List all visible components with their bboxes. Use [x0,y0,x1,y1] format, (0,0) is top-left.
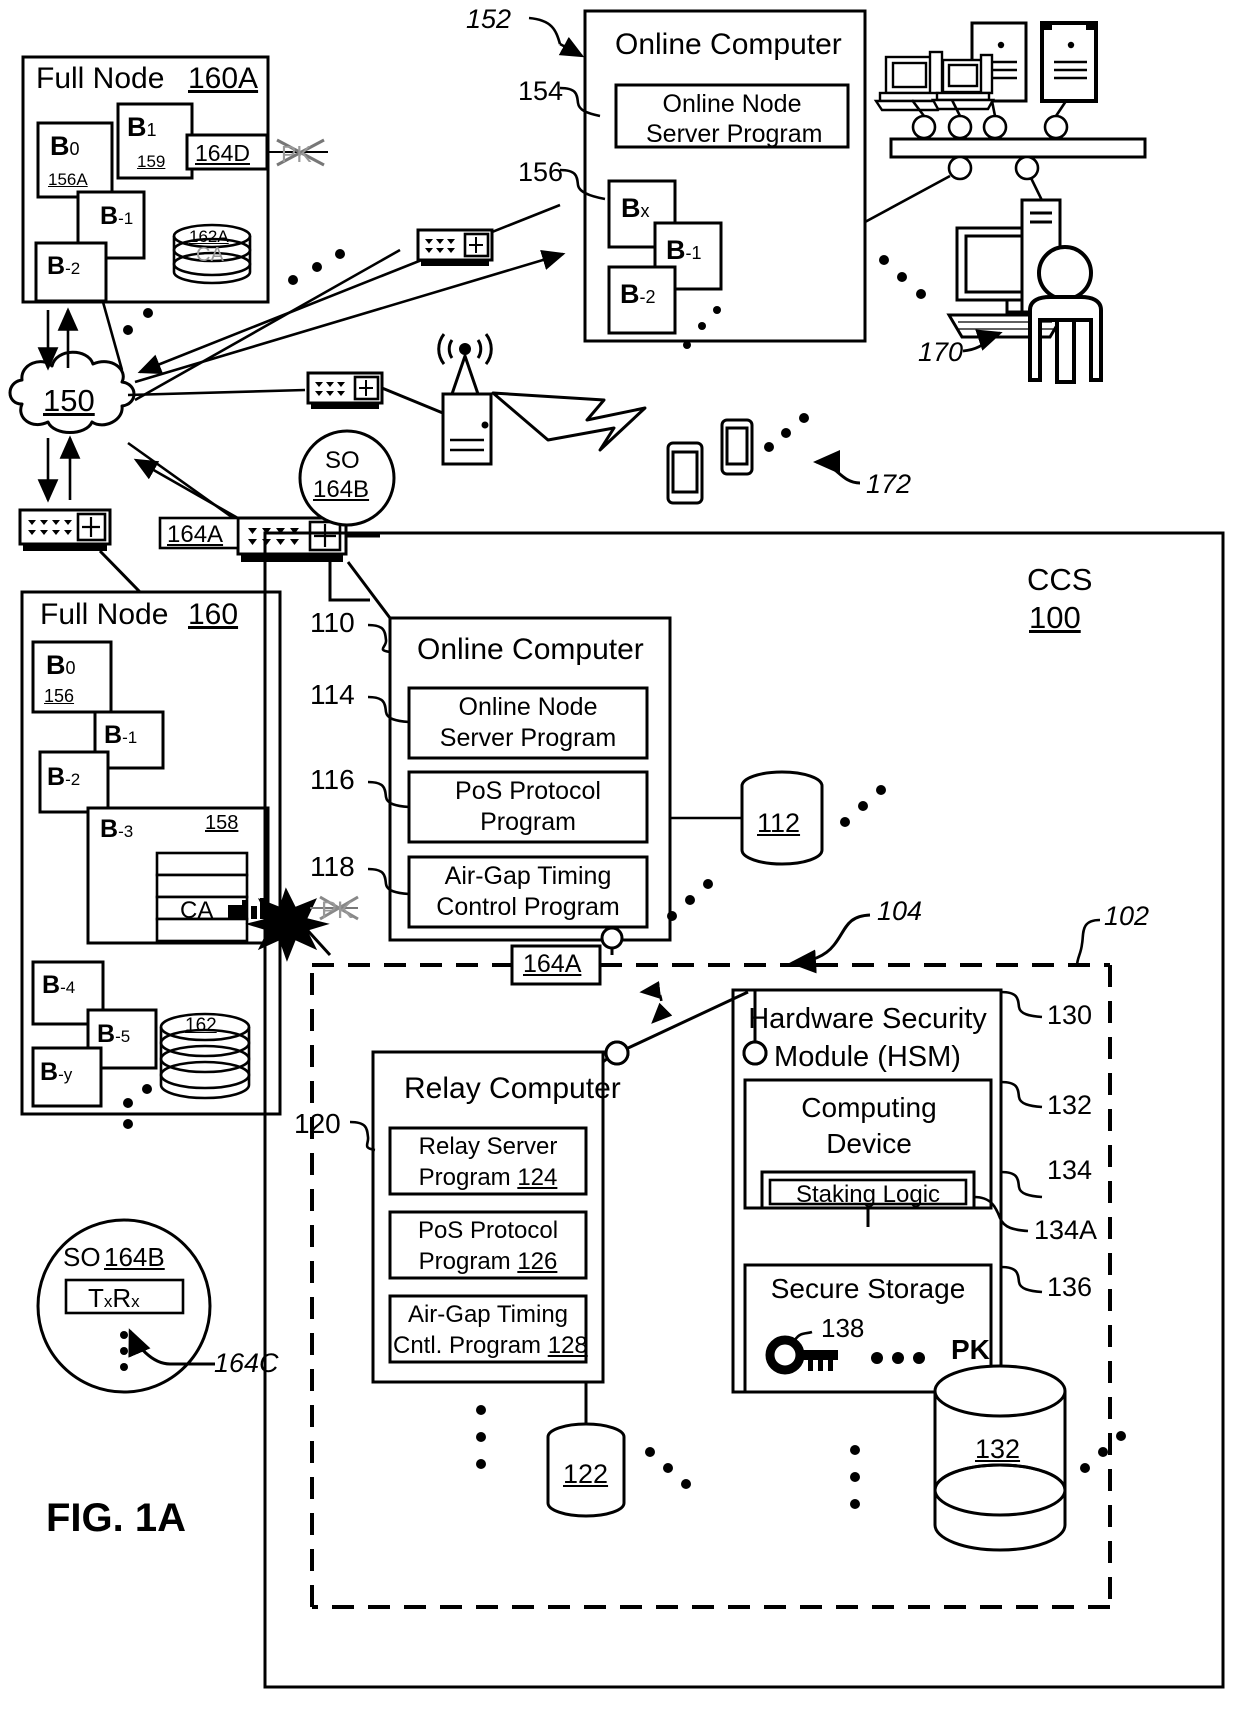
figure-canvas [8,9,1225,1689]
db-112-ref: 112 [757,808,801,838]
ref-134a: 134A [1034,1215,1098,1245]
pk-store-label: PK [951,1334,990,1365]
ref-120: 120 [294,1108,341,1139]
ref-116: 116 [310,764,355,795]
online-computer-remote-title: Online Computer [615,28,842,61]
block-bx: Bx [621,193,650,223]
pk-label-a: PK [281,141,312,167]
ca-label: CA [180,897,214,924]
block-b0-b-ref: 156 [44,686,75,706]
block-bm1-remote: B-1 [666,235,702,265]
ref-104: 104 [877,896,923,926]
ref-164c: 164C [214,1348,279,1378]
ref-118: 118 [310,851,355,882]
block-bm3-b: B-3 [100,815,134,843]
block-bmy-b: B-y [40,1058,73,1086]
ledger-158-ref: 158 [205,812,239,834]
block-bm1-a: B-1 [100,202,134,230]
ref-114: 114 [310,679,355,710]
ref-130: 130 [1047,1000,1093,1030]
relay-computer-title: Relay Computer [404,1072,621,1105]
ref-102: 102 [1104,901,1150,931]
pk-label-b: PK [321,897,354,924]
ref-154: 154 [518,76,564,106]
key-box-164d: 164D [195,140,250,166]
block-b0-a-ref: 156A [48,170,88,189]
so-detail-ref: 164B [104,1242,165,1272]
switch-164a-airgap-label: 164A [523,950,582,978]
staking-logic-label: Staking Logic [795,1181,941,1208]
block-bm5-b: B-5 [97,1020,131,1048]
full-node-b-title: Full Node [40,598,169,631]
air-gap-timing-control-program: Air-Gap Timing Control Program [436,862,620,921]
computing-device-title: Computing Device [801,1092,937,1159]
block-b0-b: B0 [46,650,76,680]
online-node-server-program: Online Node Server Program [439,693,617,752]
network-cloud-ref: 150 [43,383,95,418]
db-162-ref: 162 [185,1015,217,1036]
ref-172: 172 [866,469,912,499]
block-bm2-a: B-2 [47,252,81,280]
ref-136: 136 [1047,1272,1093,1302]
db-162a-label: CA [196,244,224,266]
pk-store-ref: 132 [975,1434,1021,1464]
block-bm1-b: B-1 [104,721,138,749]
secure-storage-title: Secure Storage [770,1273,966,1304]
ref-138: 138 [821,1313,865,1343]
full-node-a-ref: 160A [188,62,259,95]
txrx-label: TxRx [88,1283,140,1313]
ref-134: 134 [1047,1155,1093,1185]
block-bm2-remote: B-2 [620,279,656,309]
relay-server-program: Relay Server Program 124 [418,1133,558,1191]
block-b0-a: B0 [50,131,80,161]
so-label-top: SO [325,447,360,474]
ref-132-computing-device: 132 [1047,1090,1093,1120]
patent-figure-1a: Full Node 160A B0 156A B1 159 B-1 B-2 16… [0,0,1240,1711]
so-detail-label: SO [63,1242,101,1272]
ref-152: 152 [466,4,512,34]
ccs-name: CCS [1027,562,1093,597]
db-122-ref: 122 [563,1459,609,1489]
pos-protocol-program: PoS Protocol Program [455,777,601,836]
ccs-ref: 100 [1029,600,1081,635]
relay-air-gap-timing-program: Air-Gap Timing Cntl. Program 128 [393,1301,588,1359]
full-node-b-ref: 160 [188,598,239,631]
block-b1-a-ref: 159 [137,152,166,171]
online-computer-title: Online Computer [417,633,644,666]
so-ref-top: 164B [313,476,370,503]
block-bm2-b: B-2 [47,763,81,791]
block-bm4-b: B-4 [42,971,76,999]
online-node-server-program-remote: Online Node Server Program [646,90,823,148]
relay-pos-protocol-program: PoS Protocol Program 126 [417,1217,559,1275]
figure-caption: FIG. 1A [46,1496,187,1540]
hsm-title: Hardware Security Module (HSM) [748,1003,987,1073]
ref-156: 156 [518,157,564,187]
block-b1-a: B1 [127,112,157,142]
switch-164a-label: 164A [167,521,224,548]
ref-110: 110 [310,607,355,638]
full-node-a-title: Full Node [36,62,165,95]
ref-170: 170 [918,337,964,367]
